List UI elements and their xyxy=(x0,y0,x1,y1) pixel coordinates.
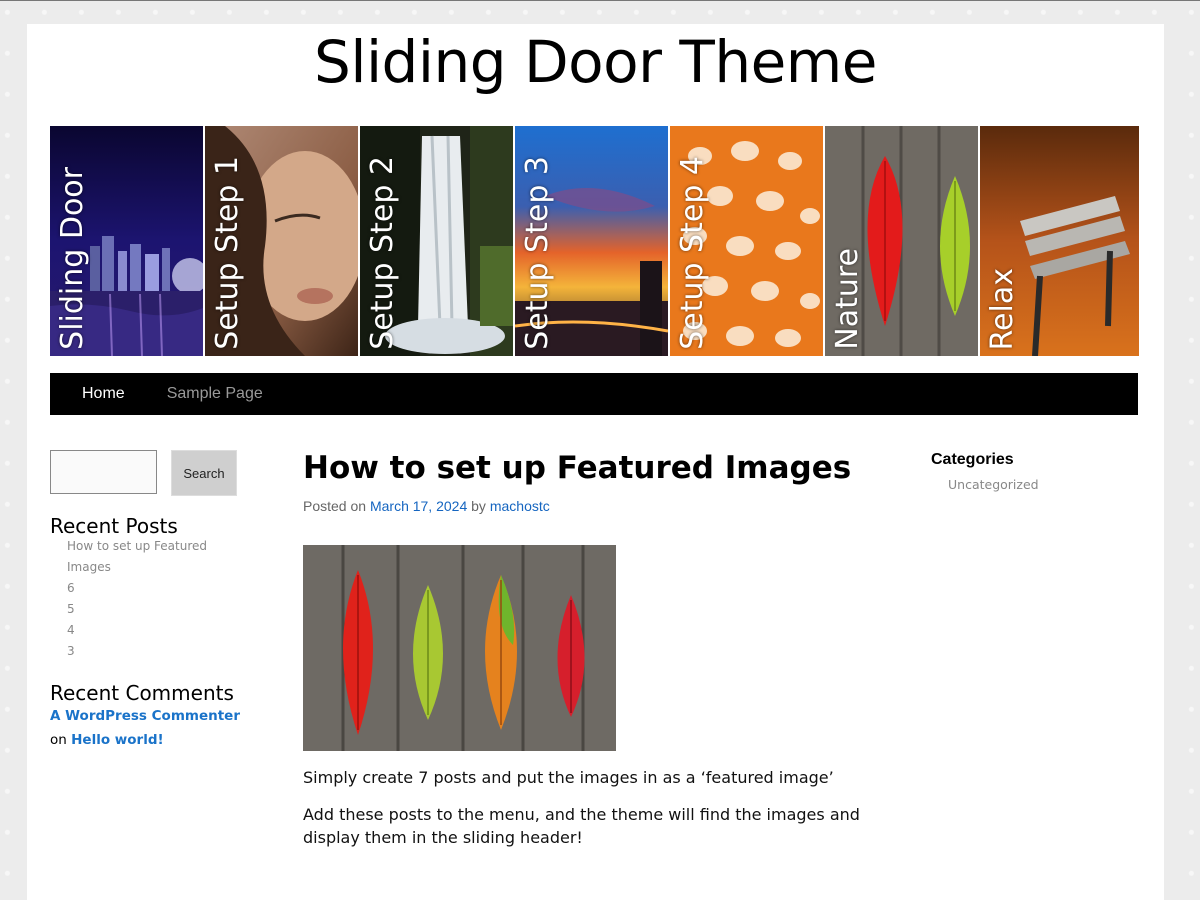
post-meta: Posted on March 17, 2024 by machostc xyxy=(303,498,550,514)
slide-label: Sliding Door xyxy=(55,167,90,350)
slide-label: Setup Step 2 xyxy=(365,156,400,350)
recent-comments-title: Recent Comments xyxy=(50,681,234,705)
recent-post-link[interactable]: 4 xyxy=(67,620,237,641)
recent-post-link[interactable]: How to set up Featured Images xyxy=(67,536,237,578)
recent-post-link[interactable]: 6 xyxy=(67,578,237,599)
categories-title: Categories xyxy=(931,451,1014,468)
by-label: by xyxy=(471,498,486,514)
slide-label: Nature xyxy=(830,248,865,350)
slide-label: Setup Step 4 xyxy=(675,156,710,350)
featured-image-leaves xyxy=(303,545,616,751)
comment-author-link[interactable]: A WordPress Commenter xyxy=(50,708,240,724)
comment-post-link[interactable]: Hello world! xyxy=(71,732,164,748)
slide-setup-step-1[interactable]: Setup Step 1 xyxy=(205,126,358,356)
search-input[interactable] xyxy=(50,450,157,494)
slide-setup-step-4[interactable]: Setup Step 4 xyxy=(670,126,823,356)
sliding-header: Sliding Door Setup Step 1 Setup Step 2 S… xyxy=(50,126,1139,356)
main-nav: Home Sample Page xyxy=(50,373,1138,415)
slide-label: Relax xyxy=(985,267,1020,350)
page-container: Sliding Door Theme Sliding Door Setup St… xyxy=(27,24,1164,900)
slide-relax[interactable]: Relax xyxy=(980,126,1139,356)
post-date-link[interactable]: March 17, 2024 xyxy=(370,498,467,514)
category-link[interactable]: Uncategorized xyxy=(948,477,1039,492)
nav-item-home[interactable]: Home xyxy=(82,385,125,403)
post-paragraph: Add these posts to the menu, and the the… xyxy=(303,805,860,847)
post-author-link[interactable]: machostc xyxy=(490,498,550,514)
search-button[interactable]: Search xyxy=(171,450,237,496)
slide-setup-step-3[interactable]: Setup Step 3 xyxy=(515,126,668,356)
window-top-edge xyxy=(0,0,1200,1)
slide-label: Setup Step 3 xyxy=(520,156,555,350)
site-title[interactable]: Sliding Door Theme xyxy=(27,28,1164,96)
post-title[interactable]: How to set up Featured Images xyxy=(303,450,851,486)
posted-on-label: Posted on xyxy=(303,498,367,514)
slide-setup-step-2[interactable]: Setup Step 2 xyxy=(360,126,513,356)
recent-posts-list: How to set up Featured Images 6 5 4 3 xyxy=(67,536,237,662)
recent-post-link[interactable]: 3 xyxy=(67,641,237,662)
slide-sliding-door[interactable]: Sliding Door xyxy=(50,126,203,356)
recent-comment: A WordPress Commenter on Hello world! xyxy=(50,704,270,752)
recent-post-link[interactable]: 5 xyxy=(67,599,237,620)
nav-item-sample-page[interactable]: Sample Page xyxy=(167,385,263,403)
slide-label: Setup Step 1 xyxy=(210,156,245,350)
recent-posts-title: Recent Posts xyxy=(50,514,178,538)
comment-connector: on xyxy=(50,732,67,748)
post-content: Simply create 7 posts and put the images… xyxy=(303,766,893,863)
featured-image xyxy=(303,545,616,751)
slide-nature[interactable]: Nature xyxy=(825,126,978,356)
post-paragraph: Simply create 7 posts and put the images… xyxy=(303,768,834,787)
